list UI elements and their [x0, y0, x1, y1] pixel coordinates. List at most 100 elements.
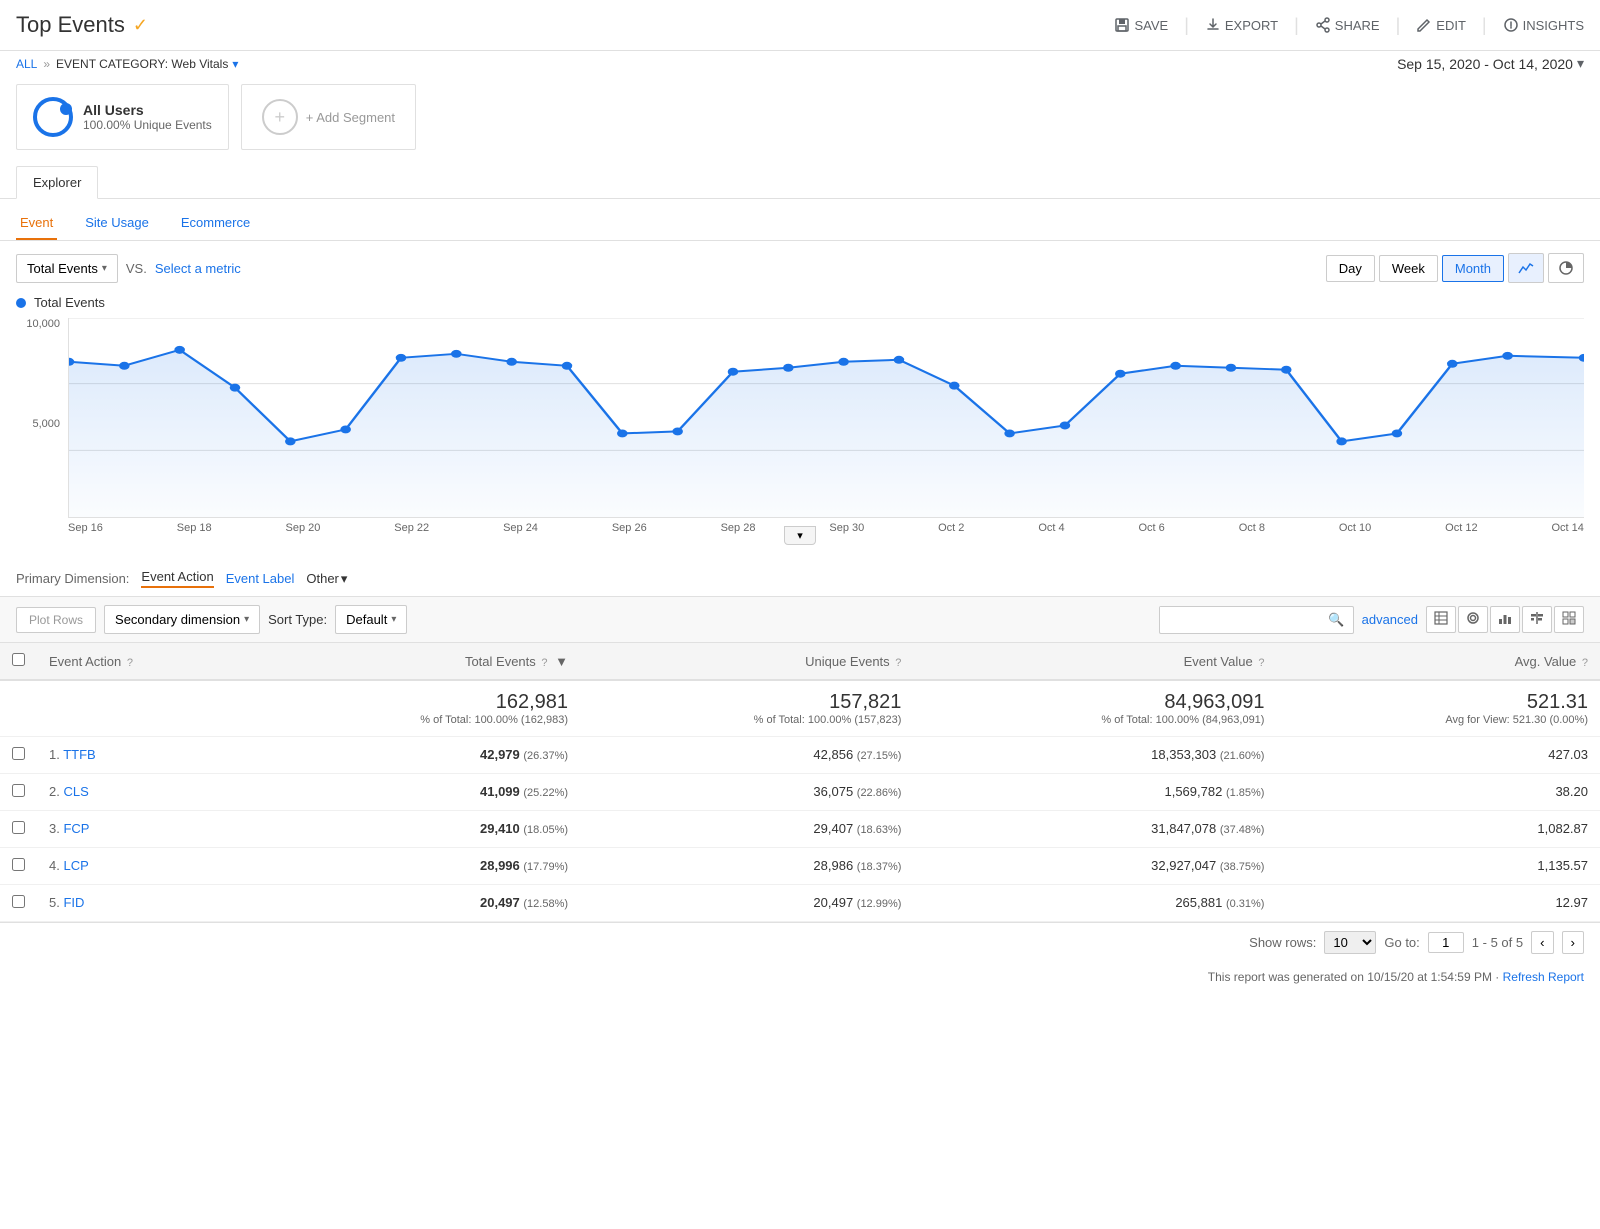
breadcrumb-dropdown[interactable]: ▾	[232, 57, 238, 71]
row-action-link[interactable]: FID	[63, 895, 84, 910]
table-footer: Show rows: 10 25 50 100 500 Go to: 1 - 5…	[0, 922, 1600, 962]
pie-chart-button[interactable]	[1548, 253, 1584, 283]
row-number: 1.	[49, 747, 60, 762]
month-button[interactable]: Month	[1442, 255, 1504, 282]
row-checkbox-3[interactable]	[12, 858, 25, 871]
row-avg-value: 1,082.87	[1276, 811, 1600, 848]
chart-area: Total Events 10,000 5,000	[0, 295, 1600, 561]
tab-ecommerce[interactable]: Ecommerce	[177, 207, 254, 240]
advanced-link[interactable]: advanced	[1362, 612, 1418, 627]
separator4: |	[1482, 15, 1487, 36]
breadcrumb-all[interactable]: ALL	[16, 57, 37, 71]
sort-type-label: Sort Type:	[268, 612, 327, 627]
date-range-picker[interactable]: Sep 15, 2020 - Oct 14, 2020 ▾	[1397, 55, 1584, 72]
metric-dropdown[interactable]: Total Events ▾	[16, 254, 118, 283]
donut-icon	[1466, 611, 1480, 625]
breadcrumb: ALL » EVENT CATEGORY: Web Vitals ▾	[16, 57, 238, 71]
row-action-link[interactable]: CLS	[63, 784, 88, 799]
sort-type-dropdown[interactable]: Default ▾	[335, 605, 407, 634]
date-range-arrow: ▾	[1577, 55, 1584, 72]
export-icon	[1205, 17, 1221, 33]
pivot-icon	[1562, 611, 1576, 625]
pie-view-button[interactable]	[1458, 606, 1488, 633]
dropdown-arrow: ▾	[102, 263, 107, 274]
row-avg-value: 38.20	[1276, 774, 1600, 811]
save-icon	[1114, 17, 1130, 33]
unique-events-help[interactable]: ?	[895, 657, 901, 669]
row-checkbox-4[interactable]	[12, 895, 25, 908]
prev-page-button[interactable]: ‹	[1531, 931, 1553, 954]
row-event-value: 265,881 (0.31%)	[913, 885, 1276, 922]
export-button[interactable]: EXPORT	[1205, 17, 1278, 33]
search-box: 🔍	[1159, 606, 1353, 634]
line-chart-button[interactable]	[1508, 253, 1544, 283]
week-button[interactable]: Week	[1379, 255, 1438, 282]
row-unique-events: 28,986 (18.37%)	[580, 848, 913, 885]
table-controls-right: 🔍 advanced	[1159, 606, 1584, 634]
header-unique-events: Unique Events ?	[580, 643, 913, 680]
secondary-dimension-dropdown[interactable]: Secondary dimension ▾	[104, 605, 260, 634]
totals-row: 162,981 % of Total: 100.00% (162,983) 15…	[0, 680, 1600, 737]
row-unique-events: 20,497 (12.99%)	[580, 885, 913, 922]
plot-rows-button[interactable]: Plot Rows	[16, 607, 96, 633]
data-table-container: Event Action ? Total Events ? ▼ Unique E…	[0, 643, 1600, 922]
row-checkbox-2[interactable]	[12, 821, 25, 834]
totals-avg-value: 521.31 Avg for View: 521.30 (0.00%)	[1276, 680, 1600, 737]
sort-arrow: ▾	[391, 614, 396, 625]
row-checkbox-0[interactable]	[12, 747, 25, 760]
search-input[interactable]	[1160, 607, 1320, 632]
event-action-help[interactable]: ?	[127, 657, 133, 669]
table-controls-left: Plot Rows Secondary dimension ▾ Sort Typ…	[16, 605, 407, 634]
row-checkbox-1[interactable]	[12, 784, 25, 797]
event-value-help[interactable]: ?	[1258, 657, 1264, 669]
row-action-link[interactable]: FCP	[63, 821, 89, 836]
select-metric-link[interactable]: Select a metric	[155, 261, 241, 276]
table-footer-right: Show rows: 10 25 50 100 500 Go to: 1 - 5…	[1249, 931, 1584, 954]
header-checkbox-col	[0, 643, 37, 680]
row-total-events: 41,099 (25.22%)	[247, 774, 580, 811]
insights-button[interactable]: INSIGHTS	[1503, 17, 1584, 33]
tab-event[interactable]: Event	[16, 207, 57, 240]
header-avg-value: Avg. Value ?	[1276, 643, 1600, 680]
data-table-view-button[interactable]	[1426, 606, 1456, 633]
row-action-link[interactable]: LCP	[63, 858, 88, 873]
next-page-button[interactable]: ›	[1562, 931, 1584, 954]
explorer-tab[interactable]: Explorer	[16, 166, 98, 199]
row-action-cell: 5. FID	[37, 885, 247, 922]
primary-dim-active[interactable]: Event Action	[141, 569, 213, 588]
primary-dim-event-label[interactable]: Event Label	[226, 571, 295, 586]
total-events-help[interactable]: ?	[541, 657, 547, 669]
performance-view-button[interactable]	[1490, 606, 1520, 633]
comparison-view-button[interactable]	[1522, 606, 1552, 633]
x-label-oct14: Oct 14	[1551, 522, 1583, 534]
header-event-value: Event Value ?	[913, 643, 1276, 680]
x-label-oct12: Oct 12	[1445, 522, 1477, 534]
primary-dim-other[interactable]: Other ▾	[306, 571, 347, 587]
table-row: 2. CLS 41,099 (25.22%) 36,075 (22.86%) 1…	[0, 774, 1600, 811]
pivot-view-button[interactable]	[1554, 606, 1584, 633]
row-action-link[interactable]: TTFB	[63, 747, 96, 762]
search-icon[interactable]: 🔍	[1320, 607, 1352, 633]
tab-site-usage[interactable]: Site Usage	[81, 207, 153, 240]
rows-per-page-select[interactable]: 10 25 50 100 500	[1324, 931, 1376, 954]
x-label-sep28: Sep 28	[721, 522, 756, 534]
edit-button[interactable]: EDIT	[1416, 17, 1466, 33]
totals-checkbox-cell	[0, 680, 37, 737]
page-info: 1 - 5 of 5	[1472, 935, 1523, 950]
day-button[interactable]: Day	[1326, 255, 1375, 282]
totals-event-value: 84,963,091 % of Total: 100.00% (84,963,0…	[913, 680, 1276, 737]
goto-input[interactable]	[1428, 932, 1464, 953]
header-event-action: Event Action ?	[37, 643, 247, 680]
select-all-checkbox[interactable]	[12, 653, 25, 666]
row-checkbox-cell	[0, 885, 37, 922]
save-button[interactable]: SAVE	[1114, 17, 1168, 33]
row-number: 3.	[49, 821, 60, 836]
add-segment-button[interactable]: + + Add Segment	[241, 84, 416, 150]
share-button[interactable]: SHARE	[1315, 17, 1380, 33]
refresh-report-link[interactable]: Refresh Report	[1503, 970, 1584, 984]
row-total-events: 28,996 (17.79%)	[247, 848, 580, 885]
insights-icon	[1503, 17, 1519, 33]
avg-value-help[interactable]: ?	[1582, 657, 1588, 669]
table-icon	[1434, 611, 1448, 625]
segment-circle	[33, 97, 73, 137]
